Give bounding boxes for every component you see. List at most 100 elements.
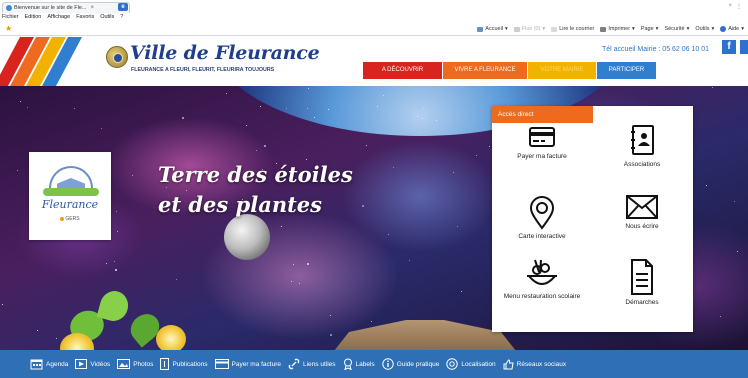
- quick-access-demarches[interactable]: Démarches: [594, 258, 690, 306]
- color-stripes-decoration: [0, 37, 82, 86]
- card-icon: [214, 359, 229, 369]
- star-dot: [299, 283, 300, 284]
- new-tab-button[interactable]: e: [118, 3, 128, 11]
- menu-affichage[interactable]: Affichage: [47, 14, 70, 20]
- star-dot: [362, 205, 364, 207]
- home-icon: [477, 26, 484, 32]
- star-dot: [307, 108, 308, 109]
- thumb-icon: [503, 358, 514, 369]
- star-dot: [720, 316, 721, 317]
- home-button[interactable]: Accueil ▾: [477, 26, 508, 32]
- star-dot: [737, 251, 738, 252]
- star-dot: [246, 125, 247, 126]
- quick-access-heading: Accès direct: [492, 106, 593, 123]
- bottom-link-guide-pratique[interactable]: Guide pratique: [381, 358, 439, 370]
- city-emblem-icon[interactable]: [106, 46, 128, 68]
- bottom-link-labels[interactable]: Labels: [343, 358, 375, 370]
- bottom-link-agenda[interactable]: Agenda: [30, 358, 68, 370]
- location-icon: [446, 358, 459, 370]
- star-dot: [37, 330, 38, 331]
- link-icon: [288, 358, 300, 370]
- read-mail-button[interactable]: Lire le courrier: [551, 26, 594, 32]
- card-icon: [529, 127, 555, 147]
- help-menu[interactable]: Aide ▾: [720, 26, 744, 32]
- star-dot: [17, 170, 18, 171]
- quick-access-associations[interactable]: Associations: [594, 124, 690, 168]
- star-dot: [383, 95, 384, 96]
- star-dot: [307, 263, 309, 265]
- star-dot: [706, 185, 707, 186]
- page-menu[interactable]: Page ▾: [641, 26, 659, 32]
- phone-number: Tél accueil Mairie : 05 62 06 10 01: [602, 46, 710, 53]
- bottom-link-photos[interactable]: Photos: [117, 359, 153, 369]
- star-dot: [176, 279, 177, 280]
- tools-menu[interactable]: Outils ▾: [695, 26, 714, 32]
- star-dot: [457, 226, 458, 227]
- site-title[interactable]: Ville de Fleurance: [130, 42, 320, 64]
- star-dot: [226, 93, 227, 94]
- tab-title: Bienvenue sur le site de Fle...: [14, 5, 87, 11]
- star-dot: [182, 117, 184, 119]
- bottom-link-payer-facture[interactable]: Payer ma facture: [214, 359, 281, 369]
- social-icon[interactable]: [740, 40, 748, 54]
- star-dot: [256, 150, 257, 151]
- star-dot: [2, 304, 3, 305]
- quick-access-payer-facture[interactable]: Payer ma facture: [494, 124, 590, 160]
- star-dot: [734, 201, 735, 202]
- help-icon: [720, 26, 727, 32]
- quick-access-menu-scolaire[interactable]: Menu restauration scolaire: [494, 258, 590, 300]
- moon-image: [224, 214, 270, 260]
- menu-fichier[interactable]: Fichier: [2, 14, 19, 20]
- menu-outils[interactable]: Outils: [100, 14, 114, 20]
- nav-participer[interactable]: PARTICIPER: [597, 62, 656, 79]
- logo-subtitle: GERS: [29, 216, 111, 222]
- star-dot: [106, 263, 107, 264]
- bottom-link-localisation[interactable]: Localisation: [446, 358, 496, 370]
- star-dot: [293, 264, 294, 265]
- publication-icon: [160, 358, 170, 370]
- star-dot: [27, 107, 28, 108]
- quick-access-label: Payer ma facture: [517, 153, 567, 160]
- facebook-icon[interactable]: f: [722, 40, 736, 54]
- more-icon[interactable]: ⋮: [736, 3, 742, 10]
- document-icon: [631, 259, 653, 295]
- menu-favoris[interactable]: Favoris: [76, 14, 94, 20]
- star-dot: [388, 234, 389, 235]
- close-icon[interactable]: ×: [728, 3, 732, 10]
- bottom-link-videos[interactable]: Vidéos: [75, 359, 110, 369]
- fleurance-logo[interactable]: Fleurance GERS: [29, 152, 111, 240]
- logo-wordmark: Fleurance: [41, 198, 99, 211]
- site-header: Ville de Fleurance FLEURANCE A FLEURI, F…: [0, 37, 748, 86]
- star-dot: [423, 108, 424, 109]
- star-dot: [371, 321, 372, 322]
- nav-votre-mairie[interactable]: VOTRE MAIRIE: [528, 62, 596, 79]
- feed-icon: [513, 26, 520, 32]
- bottom-link-liens-utiles[interactable]: Liens utiles: [288, 358, 336, 370]
- star-dot: [377, 106, 378, 107]
- site-tagline: FLEURANCE A FLEURI, FLEURIT, FLEURIRA TO…: [131, 67, 275, 73]
- calendar-icon: [30, 359, 43, 370]
- browser-tab[interactable]: Bienvenue sur le site de Fle... ×: [2, 2, 130, 13]
- nav-vivre-a-fleurance[interactable]: VIVRE A FLEURANCE: [443, 62, 527, 79]
- tab-close-icon[interactable]: ×: [90, 5, 94, 11]
- print-button[interactable]: Imprimer ▾: [600, 26, 635, 32]
- quick-access-label: Carte interactive: [518, 233, 566, 240]
- mail-icon: [551, 26, 558, 32]
- feeds-button[interactable]: Flux (0) ▾: [513, 26, 545, 32]
- star-dot: [116, 211, 117, 212]
- hero-title-line2: et des plantes: [158, 192, 322, 217]
- quick-access-nous-ecrire[interactable]: Nous écrire: [594, 194, 690, 230]
- favorites-star-icon[interactable]: ★: [5, 25, 12, 33]
- menu-help[interactable]: ?: [120, 14, 123, 20]
- bottom-link-reseaux-sociaux[interactable]: Réseaux sociaux: [503, 358, 566, 370]
- star-dot: [117, 231, 118, 232]
- quick-access-carte-interactive[interactable]: Carte interactive: [494, 196, 590, 240]
- nav-a-decouvrir[interactable]: A DÉCOUVRIR: [363, 62, 442, 79]
- bottom-link-publications[interactable]: Publications: [160, 358, 208, 370]
- star-dot: [132, 175, 133, 176]
- star-dot: [422, 118, 423, 119]
- info-icon: [381, 358, 394, 370]
- browser-chrome: Bienvenue sur le site de Fle... × e × ⋮ …: [0, 0, 748, 36]
- menu-edition[interactable]: Edition: [25, 14, 42, 20]
- security-menu[interactable]: Sécurité ▾: [664, 26, 689, 32]
